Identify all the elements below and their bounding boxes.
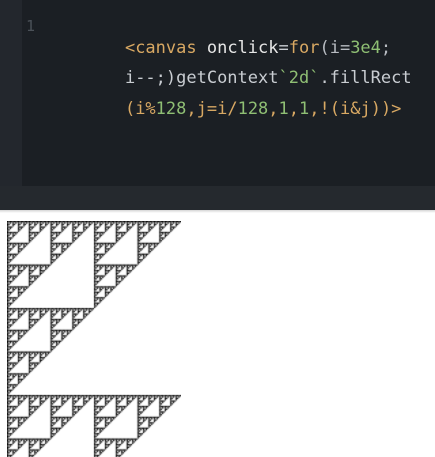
code-editor[interactable]: 1 <canvas onclick=for(i=3e4; i--;)getCon… [0,0,435,186]
sierpinski-canvas[interactable] [7,221,181,457]
code-token: 1 [278,99,289,119]
output-panel[interactable] [0,213,435,457]
code-token: ,!(i&j))> [309,99,402,119]
code-token: , [268,99,279,119]
code-token: 128 [155,99,187,119]
code-token: (i% [124,99,156,119]
panel-divider[interactable] [0,186,435,210]
editor-gutter [0,0,22,186]
line-number: 1 [26,17,36,35]
code-token: 1 [299,99,310,119]
code-line-3[interactable]: (i%128,j=i/128,1,1,!(i&j))> [84,79,401,139]
code-token: ,j=i/ [186,99,238,119]
code-token: 128 [237,99,269,119]
code-token: , [288,99,300,119]
